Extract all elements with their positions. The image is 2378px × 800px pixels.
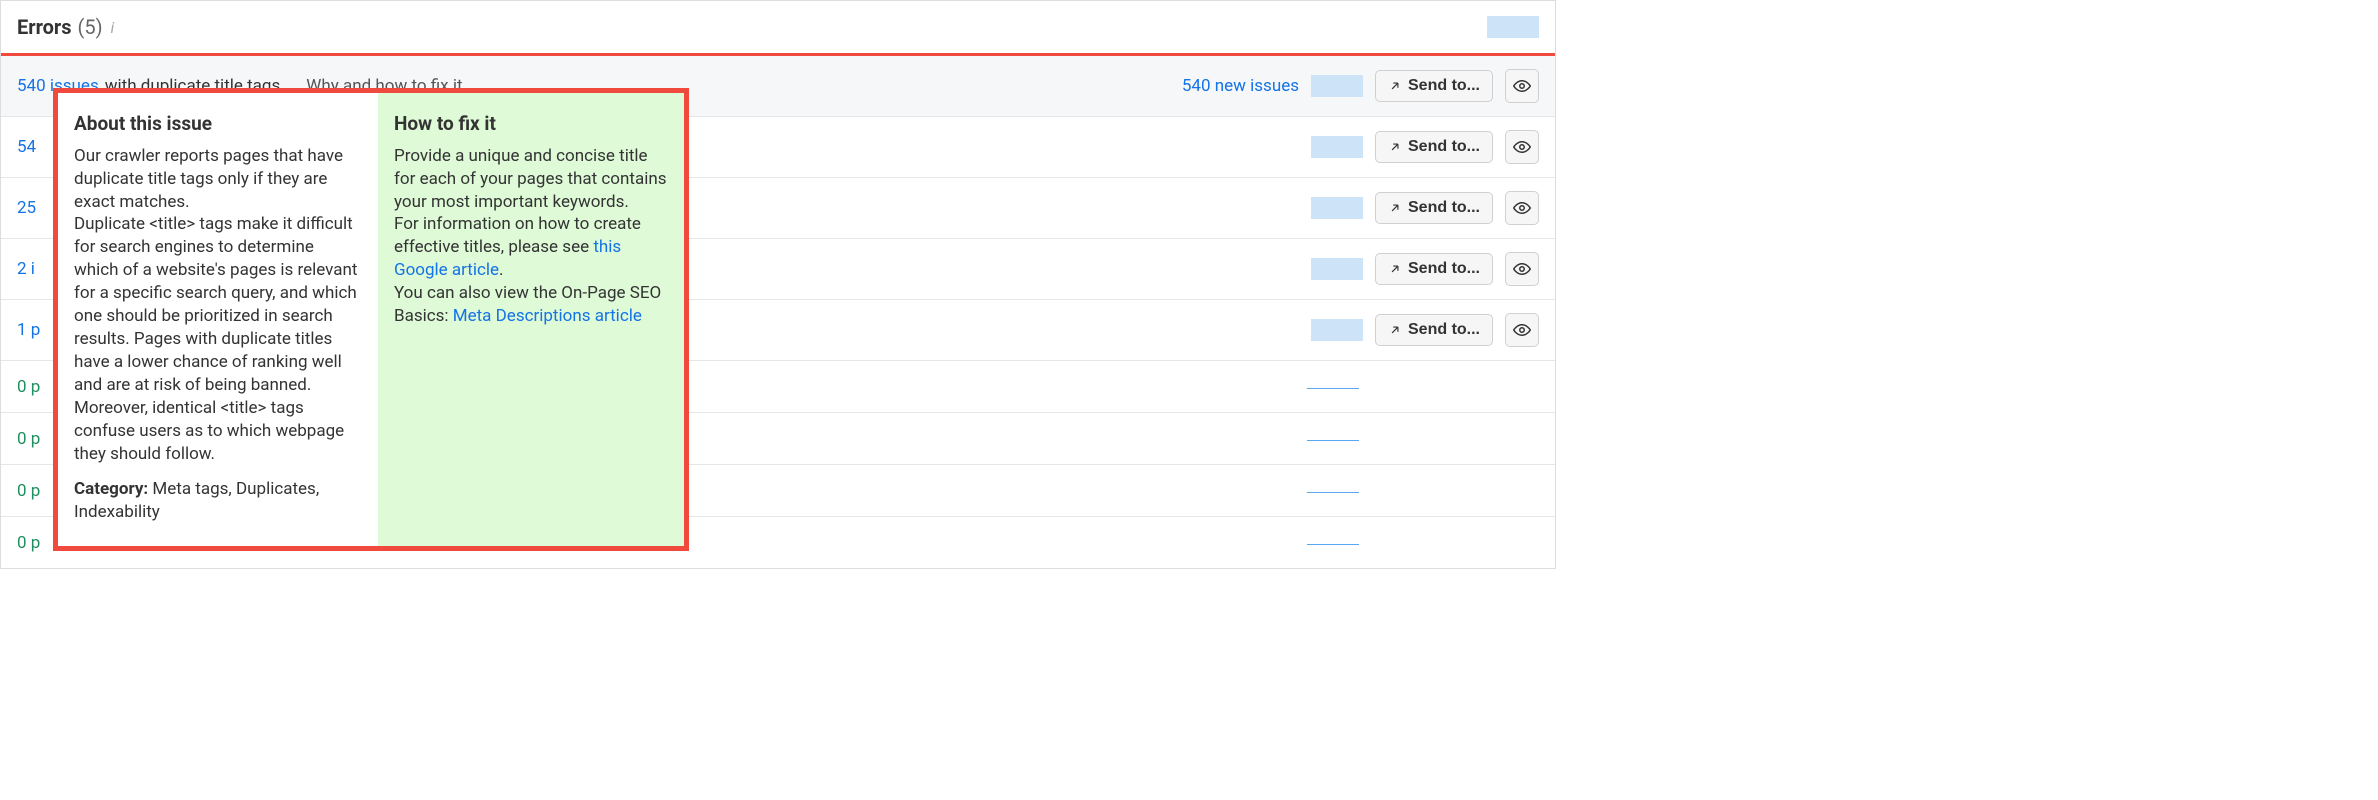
share-arrow-icon [1388, 262, 1402, 276]
issue-help-popover: About this issue Our crawler reports pag… [53, 88, 689, 551]
visibility-toggle-button[interactable] [1505, 69, 1539, 103]
share-arrow-icon [1388, 140, 1402, 154]
how-to-fix-title: How to fix it [394, 111, 668, 137]
how-to-fix-text: You can also view the On-Page SEO Basics… [394, 282, 668, 328]
visibility-toggle-button[interactable] [1505, 313, 1539, 347]
progress-bar [1487, 16, 1539, 38]
dash-placeholder [1307, 385, 1359, 389]
issue-count-link[interactable]: 2 i [17, 259, 35, 279]
about-issue-panel: About this issue Our crawler reports pag… [58, 93, 378, 546]
issue-count-link[interactable]: 25 [17, 198, 36, 218]
send-to-label: Send to... [1408, 138, 1480, 156]
eye-icon [1513, 199, 1531, 217]
errors-count: (5) [77, 15, 102, 39]
progress-bar [1311, 319, 1363, 341]
eye-icon [1513, 321, 1531, 339]
visibility-toggle-button[interactable] [1505, 191, 1539, 225]
send-to-button[interactable]: Send to... [1375, 192, 1493, 224]
about-issue-text: Moreover, identical <title> tags confuse… [74, 397, 362, 466]
how-to-fix-text: Provide a unique and concise title for e… [394, 145, 668, 214]
send-to-label: Send to... [1408, 199, 1480, 217]
progress-bar [1311, 258, 1363, 280]
fix-text-post: . [499, 260, 503, 280]
share-arrow-icon [1388, 79, 1402, 93]
send-to-label: Send to... [1408, 77, 1480, 95]
progress-bar [1311, 197, 1363, 219]
issue-count-link[interactable]: 0 p [17, 533, 40, 553]
dash-placeholder [1307, 489, 1359, 493]
errors-header: Errors (5) i [1, 0, 1555, 53]
issue-count-link[interactable]: 0 p [17, 429, 40, 449]
about-issue-title: About this issue [74, 111, 362, 137]
progress-bar [1311, 75, 1363, 97]
about-issue-text: Our crawler reports pages that have dupl… [74, 145, 362, 214]
new-issues-count[interactable]: 540 new issues [1182, 76, 1299, 96]
dash-placeholder [1307, 437, 1359, 441]
meta-descriptions-link[interactable]: Meta Descriptions article [453, 306, 642, 326]
send-to-button[interactable]: Send to... [1375, 70, 1493, 102]
issue-count-link[interactable]: 1 p [17, 320, 40, 340]
about-issue-text: Duplicate <title> tags make it difficult… [74, 213, 362, 397]
eye-icon [1513, 77, 1531, 95]
errors-title: Errors [17, 15, 71, 39]
issue-count-link[interactable]: 54 [17, 137, 36, 157]
how-to-fix-text: For information on how to create effecti… [394, 213, 668, 282]
visibility-toggle-button[interactable] [1505, 130, 1539, 164]
share-arrow-icon [1388, 201, 1402, 215]
eye-icon [1513, 260, 1531, 278]
category-line: Category: Meta tags, Duplicates, Indexab… [74, 478, 362, 524]
visibility-toggle-button[interactable] [1505, 252, 1539, 286]
dash-placeholder [1307, 541, 1359, 545]
eye-icon [1513, 138, 1531, 156]
send-to-button[interactable]: Send to... [1375, 253, 1493, 285]
send-to-button[interactable]: Send to... [1375, 131, 1493, 163]
send-to-label: Send to... [1408, 321, 1480, 339]
send-to-label: Send to... [1408, 260, 1480, 278]
issue-count-link[interactable]: 0 p [17, 377, 40, 397]
share-arrow-icon [1388, 323, 1402, 337]
issue-count-link[interactable]: 0 p [17, 481, 40, 501]
info-icon[interactable]: i [111, 18, 115, 37]
category-label: Category: [74, 479, 152, 499]
how-to-fix-panel: How to fix it Provide a unique and conci… [378, 93, 684, 546]
progress-bar [1311, 136, 1363, 158]
send-to-button[interactable]: Send to... [1375, 314, 1493, 346]
